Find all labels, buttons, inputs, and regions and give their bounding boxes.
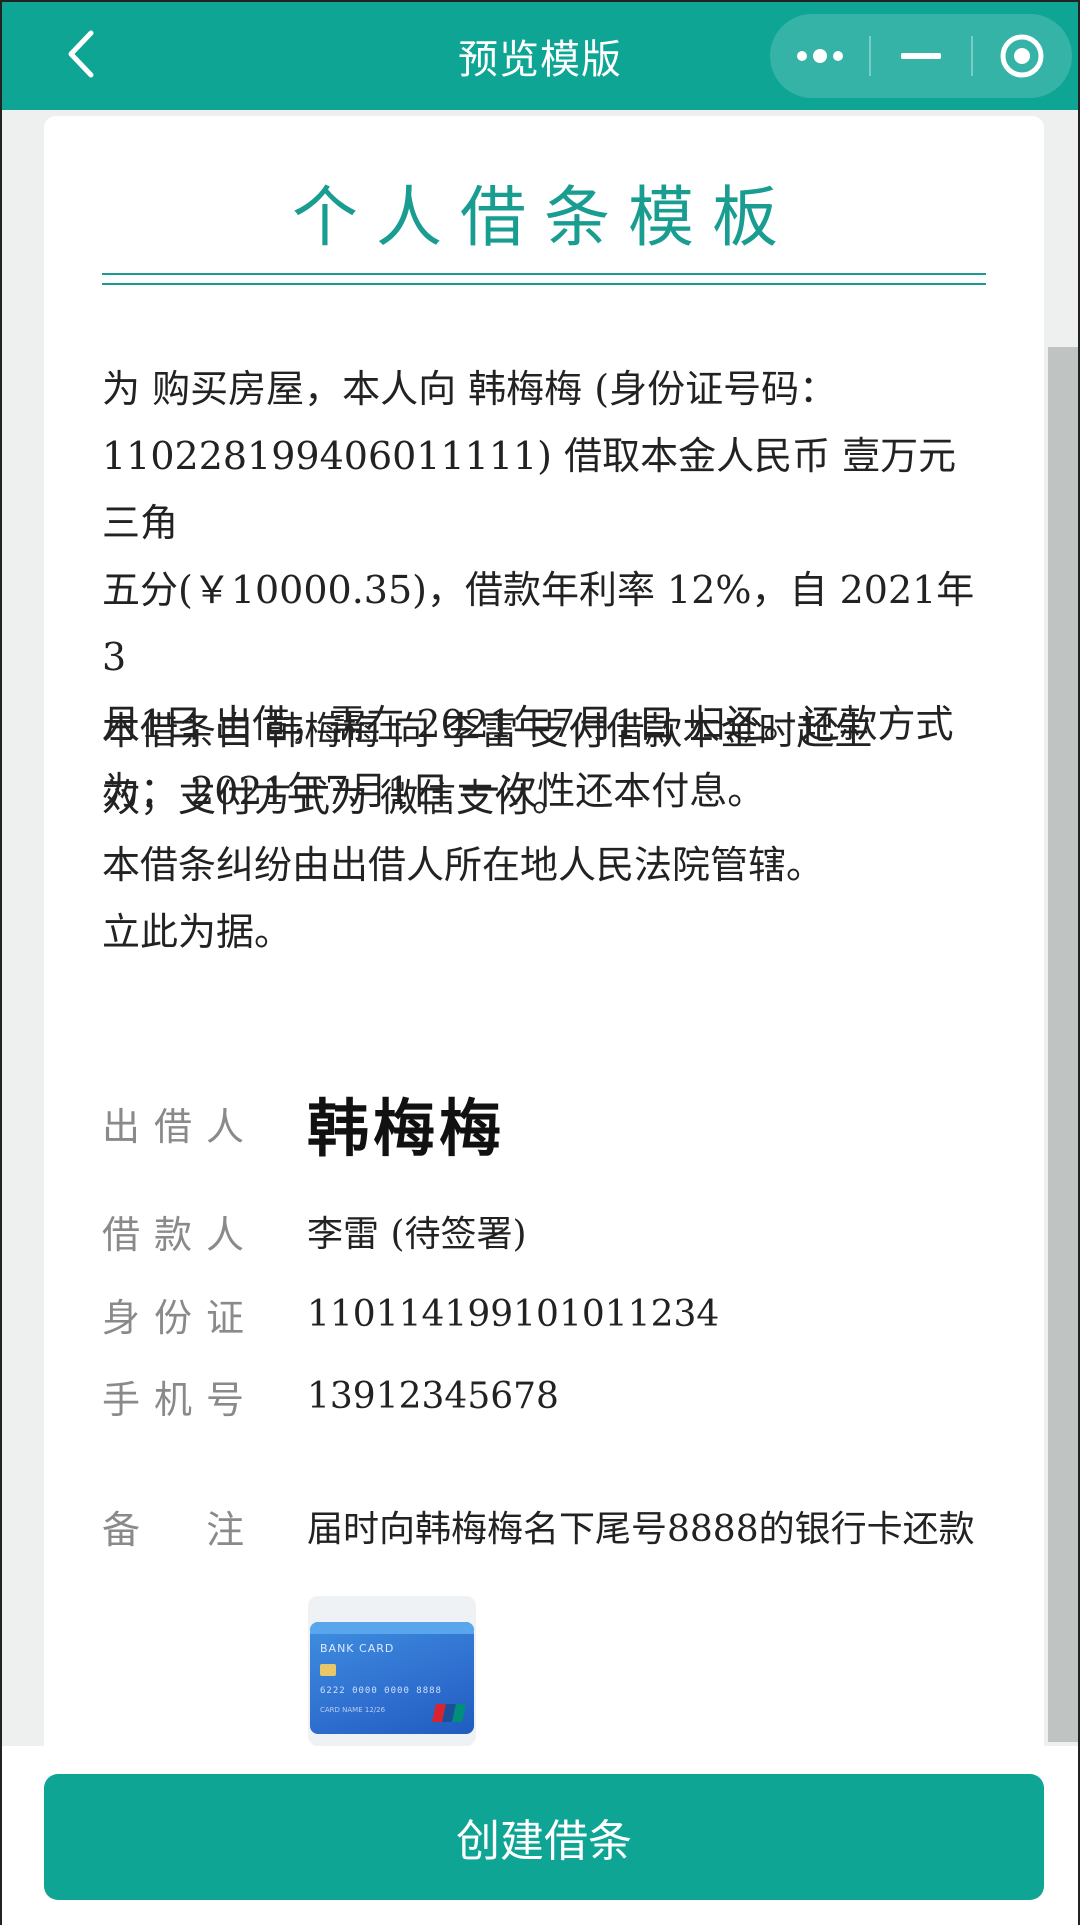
more-button[interactable]	[770, 14, 869, 98]
title-divider	[102, 283, 986, 285]
bank-card-icon: BANK CARD 6222 0000 0000 8888 CARD NAME …	[310, 1622, 474, 1734]
borrower-value: 李雷 (待签署)	[307, 1214, 527, 1255]
unionpay-logo-icon	[432, 1704, 466, 1722]
title-divider	[102, 273, 986, 275]
minimize-button[interactable]	[871, 14, 970, 98]
remark-row: 备 注 届时向韩梅梅名下尾号8888的银行卡还款	[102, 1496, 975, 1556]
paragraph-line: 本借条自 韩梅梅 向 李雷 支付借款本金时起生	[102, 709, 873, 753]
phone-value: 13912345678	[307, 1375, 559, 1417]
borrower-row: 借款人 李雷 (待签署)	[102, 1201, 527, 1261]
mini-program-capsule	[770, 14, 1072, 98]
document-card: 个人借条模板 为 购买房屋，本人向 韩梅梅 (身份证号码： 1102281994…	[44, 116, 1044, 1746]
id-value: 110114199101011234	[307, 1293, 720, 1335]
phone-row: 手机号 13912345678	[102, 1366, 559, 1426]
paragraph-line: 110228199406011111) 借取本金人民币 壹万元三角	[102, 434, 957, 545]
close-miniprogram-button[interactable]	[973, 14, 1072, 98]
paragraph-line: 本借条纠纷由出借人所在地人民法院管辖。	[102, 843, 825, 887]
phone-label: 手机号	[102, 1377, 259, 1422]
card-stripe	[310, 1622, 474, 1634]
bank-card-label: BANK CARD	[320, 1642, 395, 1655]
validity-paragraph: 本借条自 韩梅梅 向 李雷 支付借款本金时起生 效，支付方式为 微信支付。 本借…	[102, 698, 992, 966]
remark-label: 备 注	[102, 1507, 259, 1552]
more-dots-icon	[796, 49, 843, 63]
lender-signature: 韩梅梅	[307, 1092, 506, 1165]
paragraph-line: 为 购买房屋，本人向 韩梅梅 (身份证号码：	[102, 367, 838, 411]
create-loan-button[interactable]: 创建借条	[44, 1774, 1044, 1900]
paragraph-line: 五分(￥10000.35)，借款年利率 12%，自 2021年3	[102, 568, 975, 679]
lender-label: 出借人	[102, 1104, 259, 1149]
borrower-label: 借款人	[102, 1212, 259, 1257]
top-nav-bar: 预览模版	[2, 2, 1078, 110]
paragraph-line: 效，支付方式为 微信支付。	[102, 776, 571, 820]
paragraph-line: 立此为据。	[102, 910, 293, 954]
bottom-action-bar: 创建借条	[2, 1746, 1078, 1925]
bank-card-name: CARD NAME 12/26	[320, 1706, 386, 1714]
bank-card-number: 6222 0000 0000 8888	[320, 1686, 442, 1696]
minimize-icon	[901, 53, 941, 59]
id-row: 身份证 110114199101011234	[102, 1284, 719, 1344]
lender-row: 出借人 韩梅梅	[102, 1068, 505, 1178]
scrollbar[interactable]	[1048, 347, 1078, 1742]
target-circle-icon	[1000, 34, 1044, 78]
remark-value: 届时向韩梅梅名下尾号8888的银行卡还款	[307, 1509, 975, 1550]
bank-card-image[interactable]: BANK CARD 6222 0000 0000 8888 CARD NAME …	[308, 1596, 476, 1746]
document-title: 个人借条模板	[292, 179, 796, 256]
id-label: 身份证	[102, 1295, 259, 1340]
card-chip-icon	[320, 1664, 336, 1676]
